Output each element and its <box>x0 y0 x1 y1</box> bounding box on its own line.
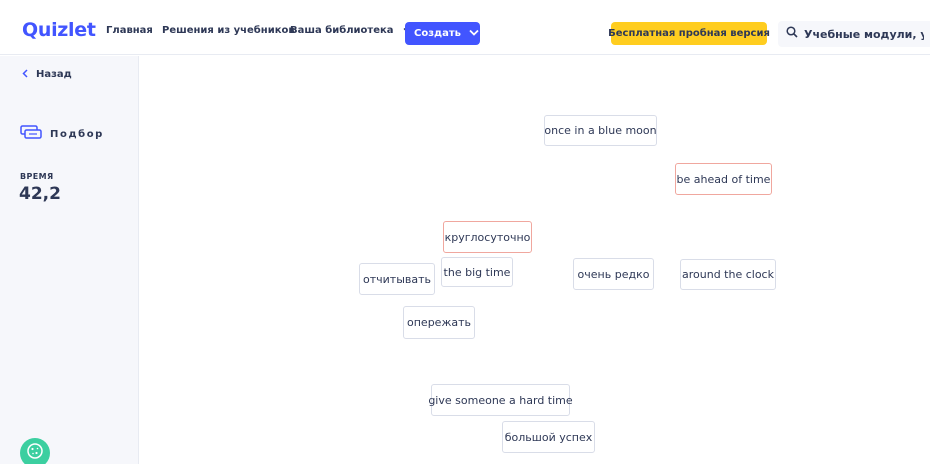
nav-library-dropdown[interactable]: Ваша библиотека <box>290 25 411 36</box>
match-card-selected[interactable]: круглосуточно <box>443 221 532 253</box>
match-cards-icon <box>20 125 42 144</box>
search-input[interactable] <box>804 27 924 41</box>
timer-value: 42,2 <box>19 184 61 204</box>
game-sidebar: Назад Подбор ВРЕМЯ 42,2 <box>0 56 139 464</box>
chevron-left-icon <box>22 68 28 81</box>
match-card[interactable]: once in a blue moon <box>544 115 657 146</box>
free-trial-button[interactable]: Бесплатная пробная версия <box>608 22 770 45</box>
nav-library-label: Ваша библиотека <box>290 25 394 36</box>
nav-home-link[interactable]: Главная <box>106 25 153 36</box>
search-icon <box>786 25 798 43</box>
cookie-settings-button[interactable] <box>20 438 50 464</box>
match-card[interactable]: опережать <box>403 306 475 339</box>
match-card[interactable]: the big time <box>441 257 513 287</box>
quizlet-logo[interactable]: Quizlet <box>22 19 96 41</box>
mode-label: Подбор <box>50 129 104 140</box>
search-box[interactable] <box>778 21 930 47</box>
time-label: ВРЕМЯ <box>20 172 54 181</box>
back-button[interactable]: Назад <box>22 68 72 81</box>
chevron-down-icon <box>469 28 479 39</box>
top-navigation-bar: Quizlet Главная Решения из учебников Ваш… <box>0 9 930 55</box>
create-button-label: Создать <box>414 28 461 39</box>
match-card[interactable]: большой успех <box>502 421 595 453</box>
match-card[interactable]: очень редко <box>573 258 654 290</box>
match-card[interactable]: give someone a hard time <box>428 384 573 416</box>
create-button[interactable]: Создать <box>405 22 480 45</box>
match-card-selected[interactable]: be ahead of time <box>675 163 772 195</box>
cookie-icon <box>26 442 44 464</box>
nav-solutions-link[interactable]: Решения из учебников <box>162 25 295 36</box>
match-mode-indicator: Подбор <box>20 125 104 144</box>
match-card[interactable]: around the clock <box>680 259 776 290</box>
match-card[interactable]: отчитывать <box>359 263 435 295</box>
back-label: Назад <box>36 69 72 80</box>
